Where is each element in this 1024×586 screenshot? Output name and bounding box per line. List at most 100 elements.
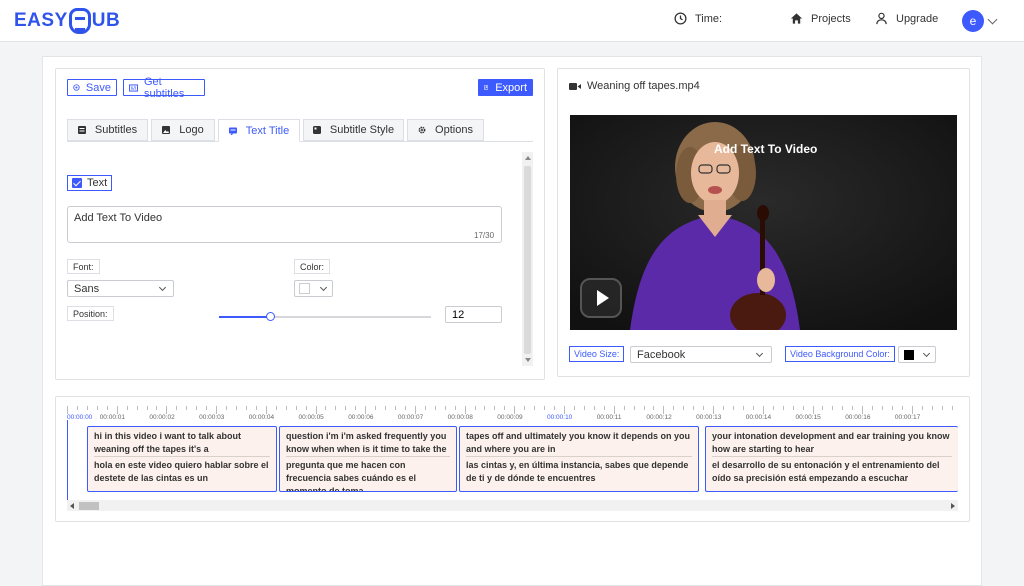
subtitle-spanish[interactable]: las cintas y, en última instancia, sabes… <box>466 457 692 485</box>
ruler-minor-tick <box>573 406 575 410</box>
projects-link[interactable]: Projects <box>790 12 851 25</box>
bg-color-swatch <box>904 349 914 360</box>
subtitle-english[interactable]: your intonation development and ear trai… <box>712 430 952 457</box>
ruler-tick <box>265 406 267 414</box>
ruler-tick-label: 00:00:05 <box>298 414 324 421</box>
save-icon <box>73 84 80 91</box>
ruler-tick <box>166 406 168 414</box>
get-subtitles-button[interactable]: Get subtitles <box>123 76 205 100</box>
subtitle-spanish[interactable]: pregunta que me hacen con frecuencia sab… <box>286 457 450 491</box>
color-label: Color: <box>294 259 331 274</box>
time-display: Time: <box>674 12 722 25</box>
ruler-minor-tick <box>126 406 128 410</box>
ruler-minor-tick <box>196 406 198 410</box>
user-avatar[interactable]: e <box>962 10 984 32</box>
ruler-tick <box>514 406 516 414</box>
scroll-left-arrow-icon[interactable] <box>70 503 74 509</box>
subtitle-spanish[interactable]: hola en este video quiero hablar sobre e… <box>94 457 270 485</box>
export-button[interactable]: Export <box>478 79 533 96</box>
ruler-minor-tick <box>921 406 923 410</box>
tab-logo[interactable]: Logo <box>151 119 215 141</box>
subtitle-english[interactable]: hi in this video i want to talk about we… <box>94 430 270 457</box>
subtitle-english[interactable]: tapes off and ultimately you know it dep… <box>466 430 692 457</box>
ruler-minor-tick <box>792 406 794 410</box>
style-icon <box>312 126 321 134</box>
position-label: Position: <box>67 306 114 321</box>
timeline-scrollbar[interactable] <box>67 500 958 511</box>
ruler-minor-tick <box>524 406 526 410</box>
play-icon[interactable] <box>580 278 622 318</box>
chevron-down-icon[interactable] <box>987 14 998 25</box>
position-slider[interactable] <box>219 312 431 321</box>
subtitle-block[interactable]: hi in this video i want to talk about we… <box>87 426 277 492</box>
ruler-tick-label: 00:00:12 <box>646 414 672 421</box>
ruler-minor-tick <box>544 406 546 410</box>
ruler-minor-tick <box>872 406 874 410</box>
text-toggle[interactable]: Text <box>67 175 113 191</box>
ruler-minor-tick <box>742 406 744 410</box>
text-checkbox[interactable] <box>72 178 82 188</box>
ruler-minor-tick <box>802 406 804 410</box>
ruler-tick <box>713 406 715 414</box>
ruler-minor-tick <box>156 406 158 410</box>
scroll-down-arrow-icon[interactable] <box>525 358 531 362</box>
upgrade-link[interactable]: Upgrade <box>875 12 938 25</box>
font-size-input[interactable] <box>445 306 502 323</box>
font-label: Font: <box>67 259 100 274</box>
ruler-minor-tick <box>235 406 237 410</box>
settings-scrollbar[interactable] <box>522 152 533 366</box>
ruler-minor-tick <box>732 406 734 410</box>
timeline-scroll-thumb[interactable] <box>79 502 99 510</box>
ruler-tick-label: 00:00:15 <box>795 414 821 421</box>
tab-subtitle-style-label: Subtitle Style <box>329 124 395 136</box>
subtitle-block[interactable]: question i'm i'm asked frequently you kn… <box>279 426 457 492</box>
video-size-select[interactable]: Facebook <box>630 346 772 363</box>
ruler-minor-tick <box>603 406 605 410</box>
ruler-minor-tick <box>941 406 943 410</box>
ruler-tick-label: 00:00:00 <box>67 414 93 421</box>
ruler-minor-tick <box>96 406 98 410</box>
ruler-minor-tick <box>355 406 357 410</box>
ruler-minor-tick <box>723 406 725 410</box>
tab-divider <box>67 141 533 142</box>
ruler-minor-tick <box>385 406 387 410</box>
subtitle-block[interactable]: your intonation development and ear trai… <box>705 426 958 492</box>
bg-color-picker[interactable] <box>898 346 936 363</box>
ruler-minor-tick <box>434 406 436 410</box>
tab-subtitle-style[interactable]: Subtitle Style <box>303 119 404 141</box>
ruler-tick <box>862 406 864 414</box>
ruler-tick-label: 00:00:08 <box>447 414 473 421</box>
color-picker[interactable] <box>294 280 333 297</box>
tab-options[interactable]: Options <box>407 119 484 141</box>
ruler-tick-label: 00:00:16 <box>845 414 871 421</box>
ruler-tick <box>414 406 416 414</box>
save-button[interactable]: Save <box>67 79 117 96</box>
font-select[interactable]: Sans <box>67 280 174 297</box>
subtitle-spanish[interactable]: el desarrollo de su entonación y el entr… <box>712 457 952 485</box>
chevron-down-icon <box>755 349 764 358</box>
timeline-ruler[interactable]: 00:00:00 00:00:01 00:00:02 00:00:03 00:00:04… <box>67 406 958 423</box>
title-text-input[interactable] <box>67 206 502 243</box>
ruler-minor-tick <box>206 406 208 410</box>
scroll-thumb[interactable] <box>524 166 531 354</box>
scroll-right-arrow-icon[interactable] <box>951 503 955 509</box>
scroll-up-arrow-icon[interactable] <box>525 156 531 160</box>
tab-subtitles[interactable]: Subtitles <box>67 119 148 141</box>
subtitle-block[interactable]: tapes off and ultimately you know it dep… <box>459 426 699 492</box>
subtitle-english[interactable]: question i'm i'm asked frequently you kn… <box>286 430 450 457</box>
video-title: Weaning off tapes.mp4 <box>569 80 700 92</box>
tab-text-title[interactable]: Text Title <box>218 119 300 142</box>
ruler-minor-tick <box>484 406 486 410</box>
ruler-minor-tick <box>285 406 287 410</box>
text-title-icon <box>228 127 237 135</box>
ruler-minor-tick <box>335 406 337 410</box>
tab-logo-label: Logo <box>179 124 204 136</box>
playhead[interactable] <box>67 420 68 500</box>
ruler-minor-tick <box>593 406 595 410</box>
easysub-logo[interactable]: EASY UB <box>14 8 120 34</box>
position-slider-handle[interactable] <box>265 312 275 321</box>
ruler-minor-tick <box>504 406 506 410</box>
ruler-minor-tick <box>226 406 228 410</box>
chevron-down-icon <box>319 283 328 292</box>
time-label: Time: <box>695 12 723 25</box>
